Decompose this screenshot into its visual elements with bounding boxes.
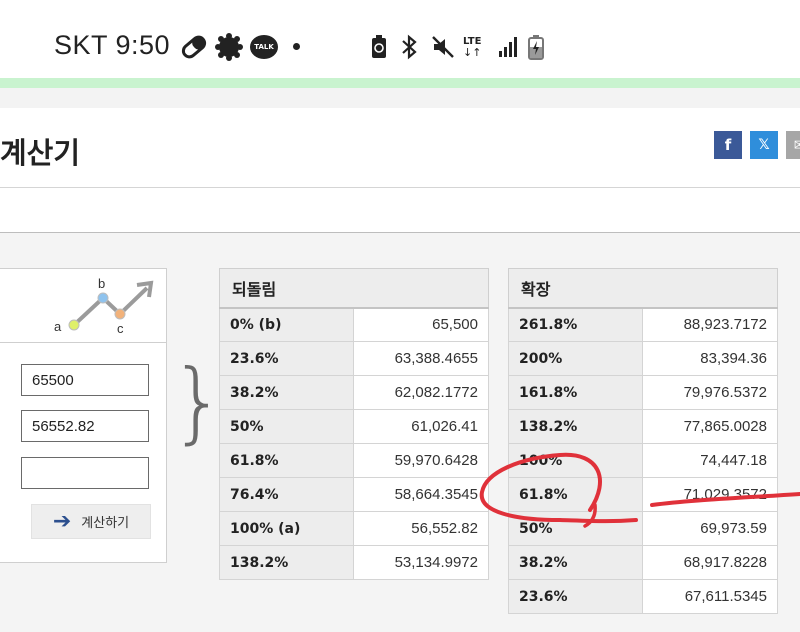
retracement-table: 되돌림 0% (b) 65,500 23.6% 63,388.4655 38.2% 6… [219,268,489,580]
table-row: 23.6% 67,611.5345 [508,579,778,614]
table-row: 100% 74,447.18 [508,443,778,478]
notification-dot-icon [293,43,300,50]
table-row: 61.8% 59,970.6428 [219,443,489,478]
email-share-button[interactable]: ✉ [786,131,800,159]
table-row: 261.8% 88,923.7172 [508,307,778,342]
table-row: 138.2% 77,865.0028 [508,409,778,444]
facebook-share-button[interactable]: f [714,131,742,159]
signal-icon [497,33,519,61]
fibonacci-input-panel: a b c ➔ 계산하기 [0,268,167,563]
lte-icon: LTE ↓↑ [463,35,482,59]
table-row: 76.4% 58,664.3545 [219,477,489,512]
twitter-share-button[interactable]: 𝕏 [750,131,778,159]
point-b-label: b [98,276,105,291]
table-row: 50% 69,973.59 [508,511,778,546]
calculate-button-label: 계산하기 [81,516,130,531]
table-row: 200% 83,394.36 [508,341,778,376]
point-a-input[interactable] [21,410,149,442]
table-row: 100% (a) 56,552.82 [219,511,489,546]
status-bar: SKT 9:50 TALK LTE ↓↑ [0,0,800,78]
point-b-input[interactable] [21,364,149,396]
bluetooth-icon [398,33,420,61]
point-a-label: a [54,319,62,334]
kakaotalk-icon: TALK [250,35,278,59]
settings-gear-icon [215,33,243,61]
recycle-battery-icon [370,33,388,61]
table-row: 23.6% 63,388.4655 [219,341,489,376]
calculate-button[interactable]: ➔ 계산하기 [31,504,151,539]
page-top-gray-strip [0,88,800,108]
carrier-time: SKT 9:50 [54,30,171,60]
page-top-accent-bar [0,78,800,88]
retracement-header: 되돌림 [219,268,489,309]
table-row: 138.2% 53,134.9972 [219,545,489,580]
point-c-input[interactable] [21,457,149,489]
battery-charging-icon [527,33,545,61]
table-row: 50% 61,026.41 [219,409,489,444]
table-row: 61.8% 71,029.3572 [508,477,778,512]
table-row: 0% (b) 65,500 [219,307,489,342]
arrow-right-icon: ➔ [52,508,72,534]
extension-header: 확장 [508,268,778,309]
fibonacci-abc-diagram: a b c [54,276,154,336]
header-divider [0,187,800,188]
pill-icon [180,33,208,61]
table-row: 38.2% 62,082.1772 [219,375,489,410]
mute-icon [430,33,456,61]
page-title: 계산기 [0,136,81,170]
table-row: 38.2% 68,917.8228 [508,545,778,580]
table-row: 161.8% 79,976.5372 [508,375,778,410]
extension-table: 확장 261.8% 88,923.7172 200% 83,394.36 161.8… [508,268,778,614]
point-c-label: c [117,321,124,336]
curly-brace-icon: } [170,350,226,453]
